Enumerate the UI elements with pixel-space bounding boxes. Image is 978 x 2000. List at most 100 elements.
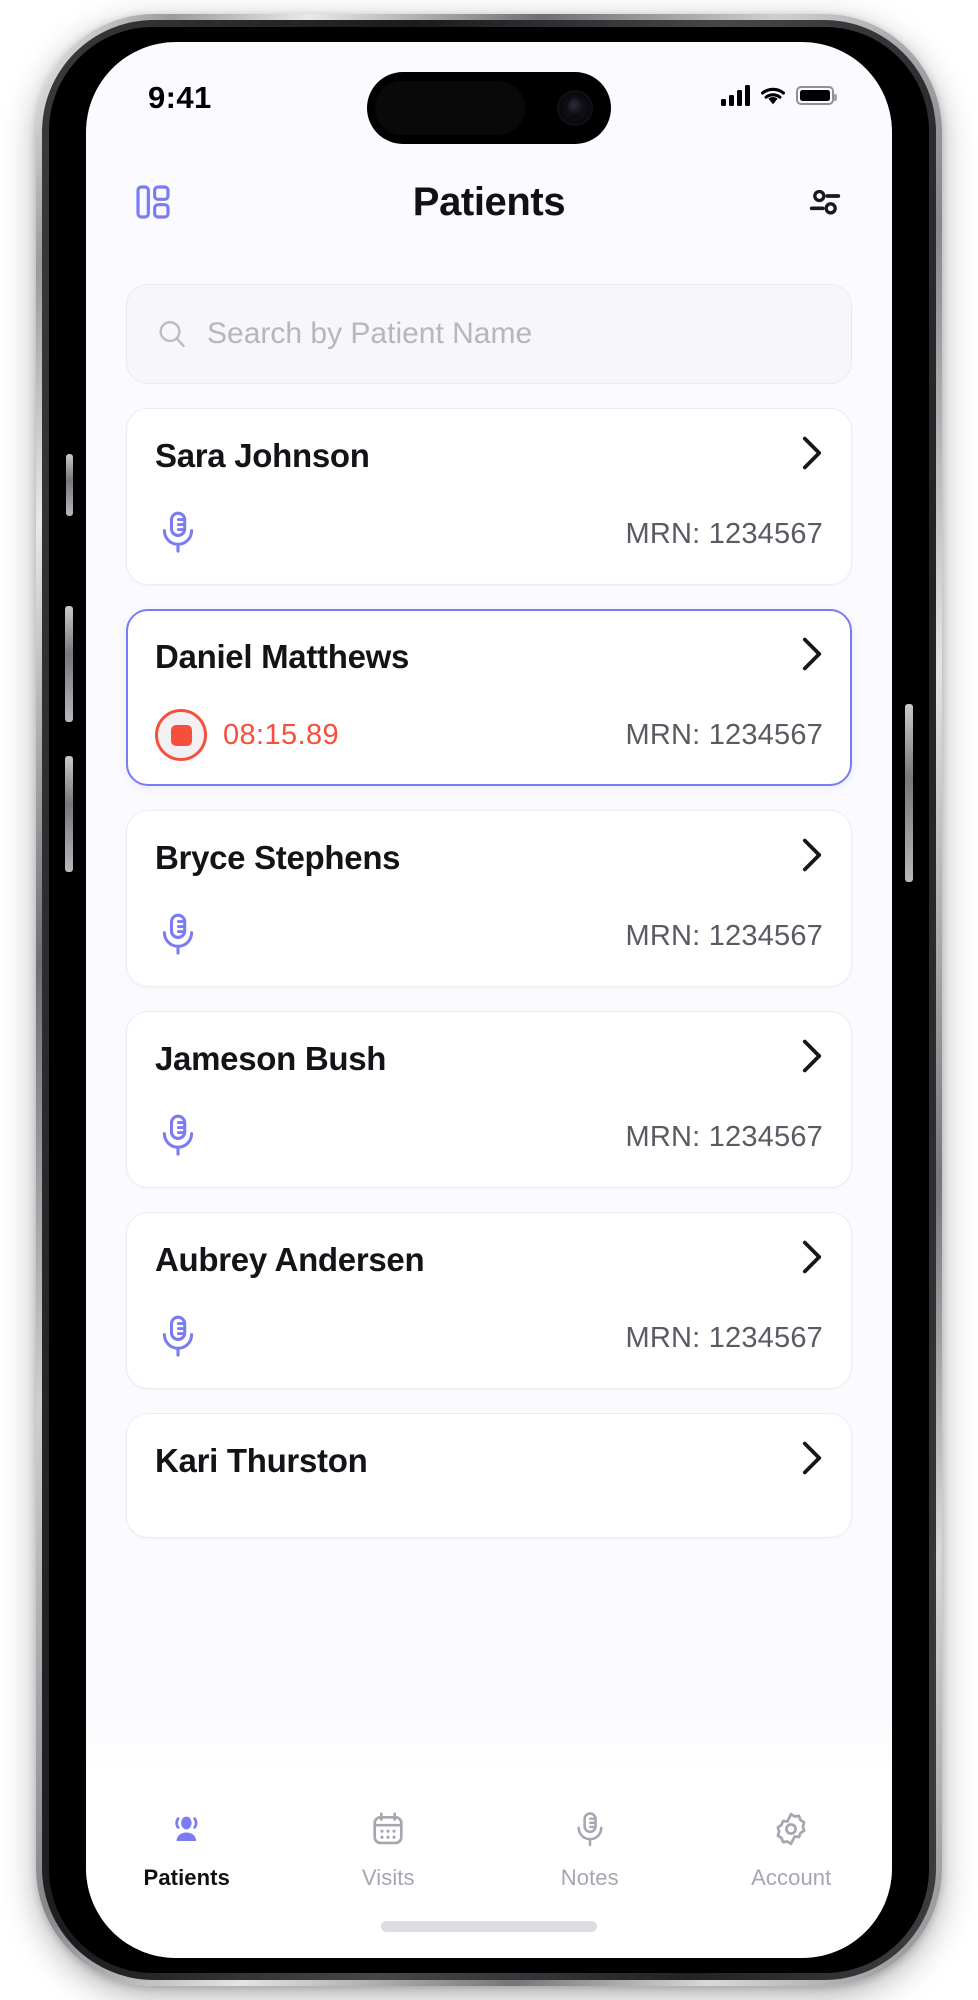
patient-mrn: MRN: 1234567 — [625, 1120, 823, 1153]
status-bar-time: 9:41 — [148, 80, 212, 115]
dashboard-layout-icon — [136, 185, 170, 219]
tab-notes[interactable]: Notes — [489, 1810, 691, 1891]
patients-screen-content: Sara Johnson MRN: 1234567 Daniel Matthew… — [86, 250, 892, 1958]
chevron-right-icon — [802, 1039, 822, 1073]
microphone-icon — [162, 511, 194, 553]
patient-card[interactable]: Bryce Stephens MRN: 1234567 — [126, 810, 852, 987]
patient-detail-chevron[interactable] — [801, 435, 823, 476]
patient-name: Bryce Stephens — [155, 838, 401, 876]
patient-card-header: Aubrey Andersen — [155, 1239, 823, 1280]
volume-down-button[interactable] — [65, 756, 73, 872]
power-button[interactable] — [905, 704, 913, 882]
microphone-status-icon[interactable] — [155, 911, 201, 962]
microphone-icon — [162, 1114, 194, 1156]
phone-screen: 9:41 Patients Search by Patient Name Sar… — [86, 42, 892, 1958]
filter-sliders-icon — [809, 189, 841, 215]
patient-detail-chevron[interactable] — [801, 1038, 823, 1079]
patient-mrn: MRN: 1234567 — [625, 919, 823, 952]
chevron-right-icon — [802, 1441, 822, 1475]
microphone-status-icon[interactable] — [155, 1112, 201, 1163]
chevron-right-icon — [802, 637, 822, 671]
patient-card[interactable]: Aubrey Andersen MRN: 1234567 — [126, 1212, 852, 1389]
search-icon — [159, 321, 185, 348]
gear-icon — [776, 1812, 806, 1846]
patient-card-meta: MRN: 1234567 — [155, 508, 823, 560]
microphone-icon — [162, 1315, 194, 1357]
microphone-icon — [162, 913, 194, 955]
recording-timer: 08:15.89 — [223, 718, 340, 751]
app-header: Patients — [86, 154, 892, 250]
patient-detail-chevron[interactable] — [801, 1239, 823, 1280]
microphone-status-icon[interactable] — [155, 1313, 201, 1364]
tab-patients[interactable]: Patients — [86, 1810, 288, 1891]
tab-label: Account — [751, 1865, 832, 1890]
patient-card-status — [155, 1313, 201, 1364]
people-group-icon — [175, 1816, 198, 1842]
gear-icon — [772, 1810, 810, 1853]
bottom-tab-bar: Patients Visits Notes Account — [86, 1790, 892, 1958]
list-bottom-fade — [86, 1704, 892, 1790]
patient-card-meta: MRN: 1234567 — [155, 1312, 823, 1364]
chevron-right-icon — [802, 838, 822, 872]
patient-card-status: 08:15.89 — [155, 709, 339, 761]
patient-card-meta: 08:15.89 MRN: 1234567 — [155, 709, 823, 761]
silent-switch-button[interactable] — [66, 454, 73, 516]
search-input[interactable] — [207, 317, 823, 351]
patient-card-meta: MRN: 1234567 — [155, 910, 823, 962]
patient-card-meta: MRN: 1234567 — [155, 1111, 823, 1163]
patient-card-header: Bryce Stephens — [155, 837, 823, 878]
tab-account[interactable]: Account — [691, 1810, 893, 1891]
microphone-icon — [571, 1810, 609, 1853]
tab-label: Notes — [560, 1865, 619, 1890]
tab-label: Visits — [361, 1865, 415, 1890]
status-bar-indicators — [721, 84, 837, 106]
patient-name: Aubrey Andersen — [155, 1240, 425, 1278]
calendar-icon — [369, 1810, 407, 1853]
search-bar[interactable] — [126, 284, 852, 384]
stop-recording-button[interactable] — [155, 709, 207, 761]
battery-full-icon — [796, 85, 837, 105]
patient-name: Kari Thurston — [155, 1441, 368, 1479]
patient-name: Sara Johnson — [155, 436, 370, 474]
stop-recording-icon — [170, 724, 192, 746]
patient-mrn: MRN: 1234567 — [625, 517, 823, 550]
patient-list: Sara Johnson MRN: 1234567 Daniel Matthew… — [126, 408, 852, 1538]
patient-card[interactable]: Daniel Matthews 08:15.89 MRN: 1234567 — [126, 609, 852, 786]
patient-mrn: MRN: 1234567 — [625, 1321, 823, 1354]
patient-name: Jameson Bush — [155, 1039, 387, 1077]
cellular-signal-icon — [721, 84, 750, 106]
patient-card-header: Daniel Matthews — [155, 636, 823, 677]
filter-sliders-button[interactable] — [798, 175, 852, 229]
phone-frame: 9:41 Patients Search by Patient Name Sar… — [36, 14, 942, 1986]
patient-card-status — [155, 509, 201, 560]
patient-card[interactable]: Jameson Bush MRN: 1234567 — [126, 1011, 852, 1188]
screenshot-stage: 9:41 Patients Search by Patient Name Sar… — [0, 0, 978, 2000]
patient-card[interactable]: Sara Johnson MRN: 1234567 — [126, 408, 852, 585]
home-indicator[interactable] — [381, 1921, 597, 1932]
microphone-icon — [577, 1812, 603, 1847]
patient-detail-chevron[interactable] — [801, 837, 823, 878]
front-camera-icon — [557, 90, 593, 126]
chevron-right-icon — [802, 1240, 822, 1274]
patient-card-header: Jameson Bush — [155, 1038, 823, 1079]
people-group-icon — [168, 1810, 206, 1853]
patient-card-header: Kari Thurston — [155, 1440, 823, 1481]
patient-mrn: MRN: 1234567 — [625, 718, 823, 751]
volume-up-button[interactable] — [65, 606, 73, 722]
dynamic-island-pill — [375, 81, 525, 135]
calendar-icon — [373, 1812, 403, 1845]
patient-card-header: Sara Johnson — [155, 435, 823, 476]
dynamic-island — [367, 72, 611, 144]
wifi-icon — [761, 87, 785, 104]
patient-detail-chevron[interactable] — [801, 636, 823, 677]
tab-label: Patients — [143, 1865, 230, 1890]
patient-card-status — [155, 1112, 201, 1163]
page-title: Patients — [412, 179, 566, 224]
patient-detail-chevron[interactable] — [801, 1440, 823, 1481]
chevron-right-icon — [802, 436, 822, 470]
patient-card[interactable]: Kari Thurston — [126, 1413, 852, 1538]
microphone-status-icon[interactable] — [155, 509, 201, 560]
tab-visits[interactable]: Visits — [288, 1810, 490, 1891]
dashboard-layout-button[interactable] — [126, 175, 180, 229]
patient-card-status — [155, 911, 201, 962]
